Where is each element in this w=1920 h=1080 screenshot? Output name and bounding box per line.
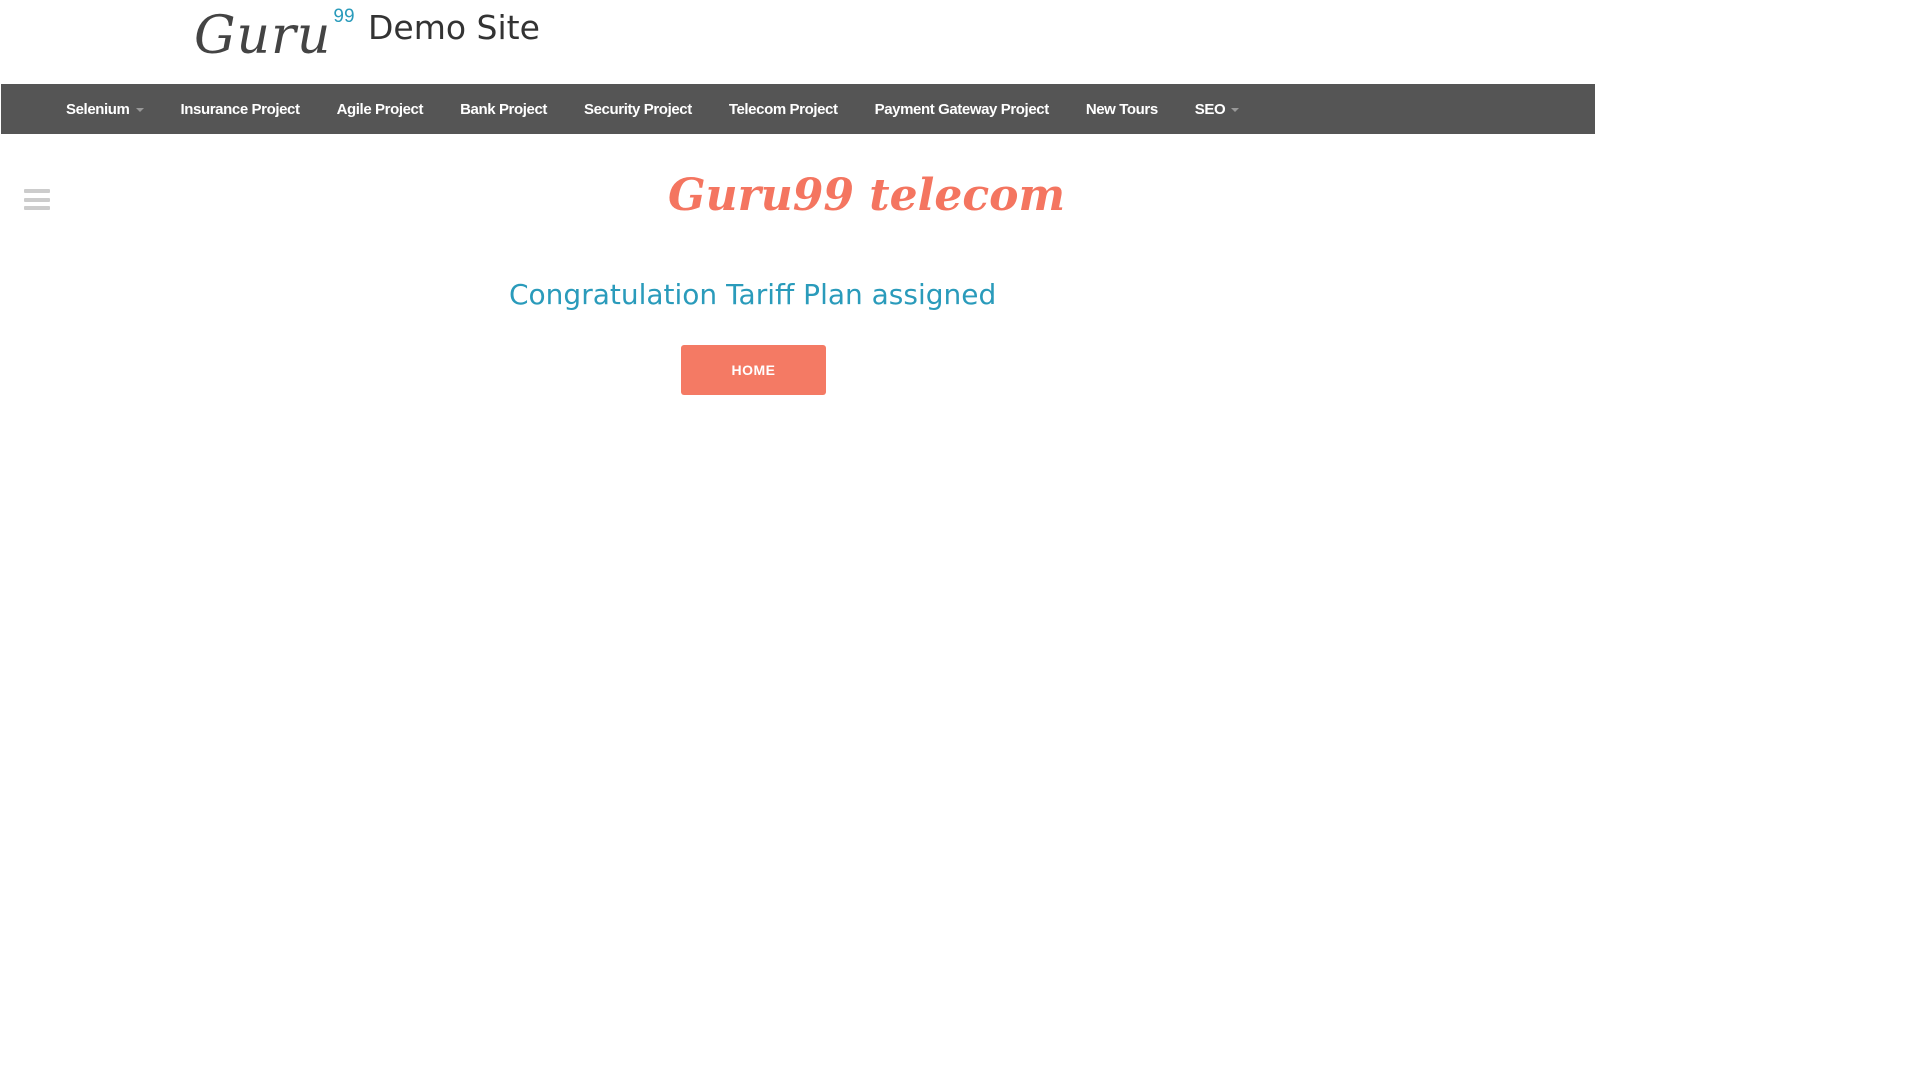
nav-item-label: Agile Project xyxy=(336,100,424,118)
nav-item-seo[interactable]: SEO xyxy=(1194,100,1240,118)
nav-item-telecom-project[interactable]: Telecom Project xyxy=(729,101,838,118)
main-navbar: Selenium Insurance Project Agile Project… xyxy=(1,84,1595,134)
logo-text: Guru xyxy=(194,6,332,66)
nav-item-label: Bank Project xyxy=(460,100,547,118)
brand-heading: Guru99 telecom xyxy=(668,170,1066,221)
hamburger-menu-icon[interactable] xyxy=(24,189,50,210)
logo-superscript: 99 xyxy=(333,6,355,27)
nav-item-label: New Tours xyxy=(1085,100,1158,118)
nav-item-selenium[interactable]: Selenium xyxy=(66,101,144,118)
nav-item-label: Insurance Project xyxy=(180,100,300,118)
nav-item-label: Selenium xyxy=(66,100,130,118)
success-message: Congratulation Tariff Plan assigned xyxy=(509,278,997,311)
site-title: Demo Site xyxy=(368,8,540,47)
menu-bar xyxy=(24,206,50,210)
nav-item-security-project[interactable]: Security Project xyxy=(584,101,692,118)
caret-down-icon xyxy=(135,108,144,112)
nav-item-new-tours[interactable]: New Tours xyxy=(1086,101,1158,118)
nav-item-label: Telecom Project xyxy=(728,100,838,118)
page: Guru 99 Demo Site Selenium Insurance Pro… xyxy=(0,0,1920,1080)
nav-item-label: Payment Gateway Project xyxy=(874,100,1050,118)
caret-down-icon xyxy=(1231,108,1240,112)
nav-item-label: Security Project xyxy=(584,100,692,118)
nav-item-payment-gateway-project[interactable]: Payment Gateway Project xyxy=(874,100,1050,118)
menu-bar xyxy=(24,197,50,202)
nav-item-insurance-project[interactable]: Insurance Project xyxy=(181,101,300,118)
home-button[interactable]: HOME xyxy=(681,345,826,395)
guru99-logo[interactable]: Guru 99 xyxy=(194,4,355,64)
nav-item-bank-project[interactable]: Bank Project xyxy=(460,101,547,118)
nav-item-agile-project[interactable]: Agile Project xyxy=(337,101,424,118)
nav-item-label: SEO xyxy=(1194,100,1226,118)
menu-bar xyxy=(24,189,50,193)
